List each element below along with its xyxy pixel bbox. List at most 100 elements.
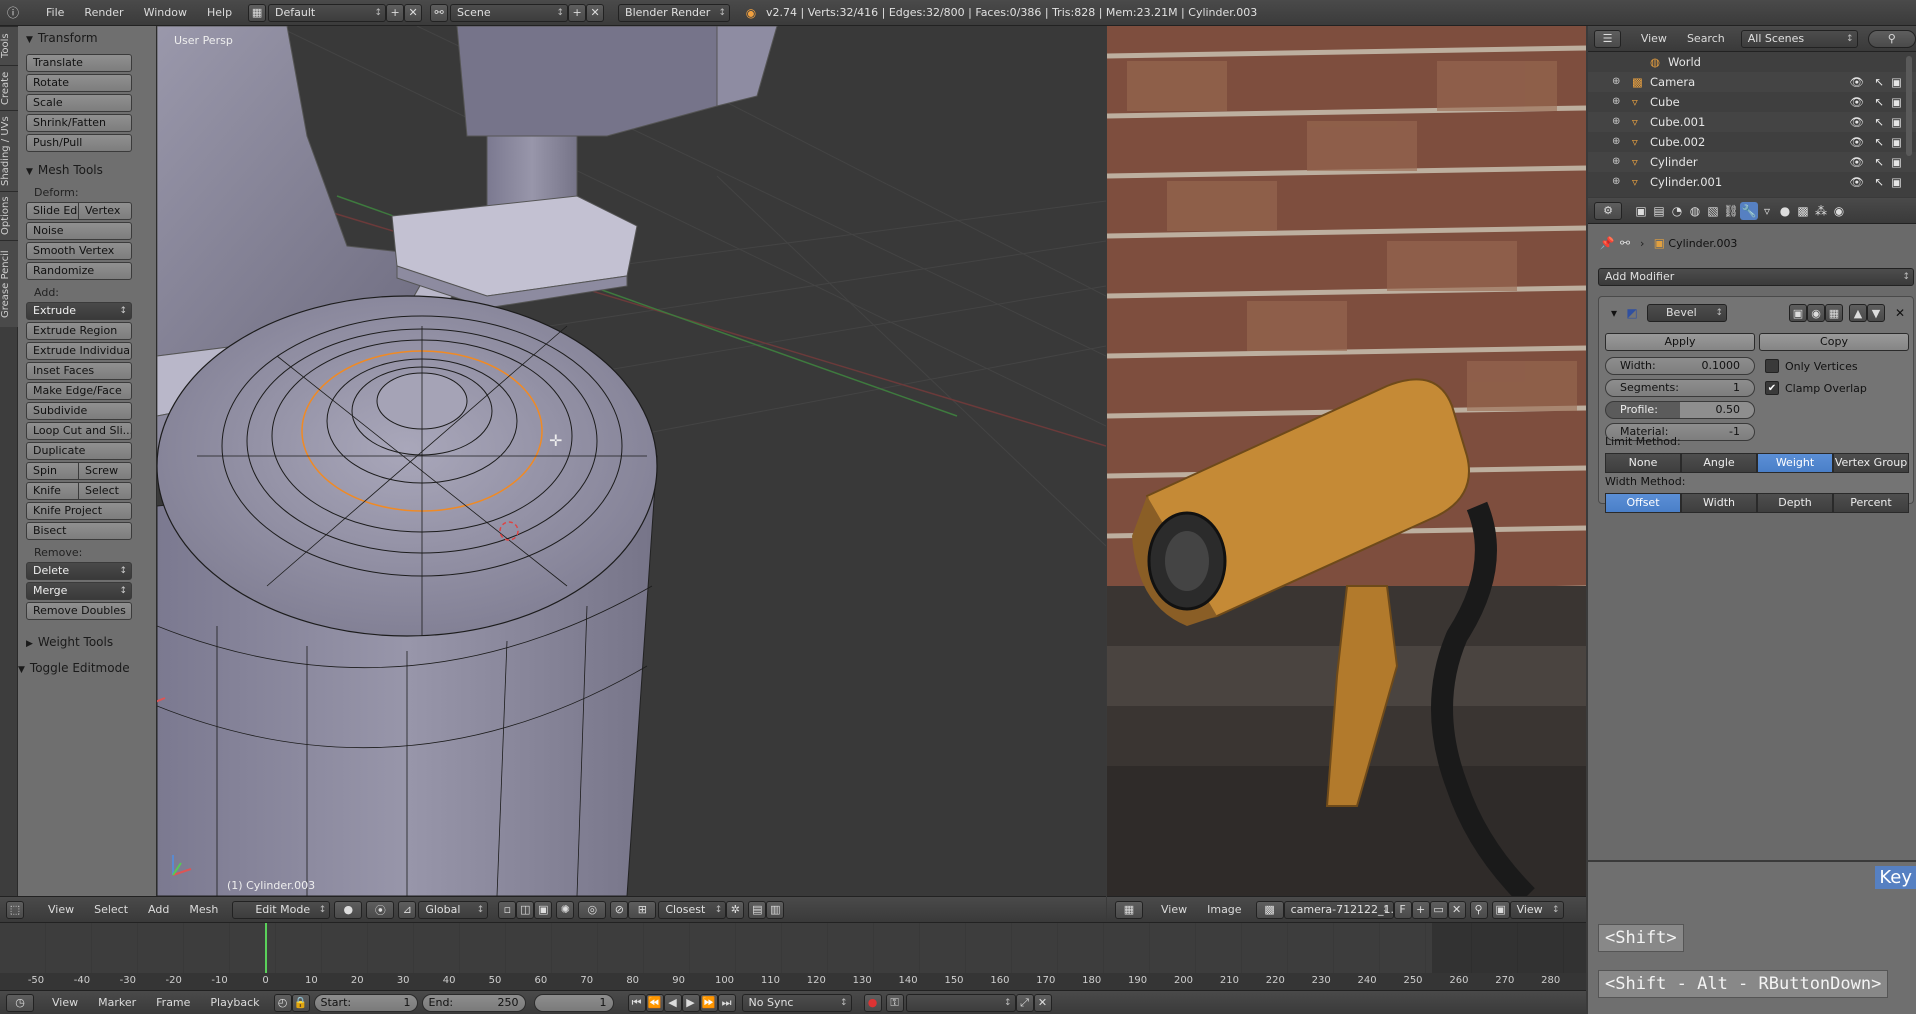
- visibility-eye-icon[interactable]: 👁: [1849, 152, 1864, 172]
- image-view-select[interactable]: View: [1509, 900, 1564, 919]
- slide-edge-button[interactable]: Slide Ed: [26, 202, 79, 220]
- screen-layout-icon[interactable]: ▦: [248, 3, 267, 22]
- extrude-region-button[interactable]: Extrude Region: [26, 322, 132, 340]
- visibility-eye-icon[interactable]: 👁: [1849, 72, 1864, 92]
- outliner-type-icon[interactable]: ☰: [1594, 29, 1622, 48]
- modifier-name-field[interactable]: Bevel: [1647, 304, 1727, 322]
- vertex-select-icon[interactable]: ▫: [498, 900, 517, 919]
- menu-image[interactable]: Image: [1197, 903, 1251, 916]
- object-tab-icon[interactable]: ▧: [1704, 202, 1722, 220]
- renderable-camera-icon[interactable]: ▣: [1891, 132, 1902, 152]
- remove-modifier-icon[interactable]: ✕: [1891, 304, 1909, 322]
- extrude-menu[interactable]: Extrude: [26, 302, 132, 320]
- duplicate-button[interactable]: Duplicate: [26, 442, 132, 460]
- width-method-offset[interactable]: Offset: [1605, 493, 1681, 513]
- transform-orientation-select[interactable]: Global: [418, 900, 489, 919]
- expand-toggle-icon[interactable]: ⊕: [1612, 172, 1620, 192]
- menu-help[interactable]: Help: [197, 6, 242, 19]
- outliner-item[interactable]: ⊕ ▿ Cylinder 👁 ↖ ▣: [1588, 152, 1916, 172]
- show-viewport-icon[interactable]: ◉: [1807, 304, 1825, 322]
- visibility-eye-icon[interactable]: 👁: [1849, 112, 1864, 132]
- tab-shading-uvs[interactable]: Shading / UVs: [0, 110, 18, 191]
- delete-menu[interactable]: Delete: [26, 562, 132, 580]
- timeline-type-icon[interactable]: ◷: [6, 993, 34, 1012]
- editor-type-icon[interactable]: ⬚: [6, 900, 24, 919]
- end-frame-field[interactable]: End: 250: [421, 993, 526, 1012]
- visibility-eye-icon[interactable]: 👁: [1849, 132, 1864, 152]
- menu-outliner-view[interactable]: View: [1631, 32, 1677, 45]
- rotate-button[interactable]: Rotate: [26, 74, 132, 92]
- keying-set-field[interactable]: [905, 993, 1016, 1012]
- selectable-arrow-icon[interactable]: ↖: [1874, 112, 1884, 132]
- jump-key-forward-icon[interactable]: ⏩: [699, 993, 718, 1012]
- menu-window[interactable]: Window: [134, 6, 197, 19]
- expand-toggle-icon[interactable]: ⊕: [1612, 112, 1620, 132]
- viewport-shading-icon[interactable]: ●: [334, 900, 363, 919]
- renderable-camera-icon[interactable]: ▣: [1891, 72, 1902, 92]
- clamp-overlap-checkbox[interactable]: ✔: [1765, 381, 1779, 395]
- snap-toggle-icon[interactable]: ⊘: [610, 900, 629, 919]
- toggle-editmode-panel-header[interactable]: ▼ Toggle Editmode: [18, 658, 156, 678]
- extrude-individual-button[interactable]: Extrude Individual: [26, 342, 132, 360]
- translate-button[interactable]: Translate: [26, 54, 132, 72]
- outliner-item[interactable]: ◍ World: [1588, 52, 1916, 72]
- fake-user-button[interactable]: F: [1393, 900, 1412, 919]
- add-scene-button[interactable]: +: [568, 3, 587, 22]
- subdivide-button[interactable]: Subdivide: [26, 402, 132, 420]
- pin-icon[interactable]: 📌: [1598, 234, 1616, 252]
- expand-toggle-icon[interactable]: ⊕: [1612, 152, 1620, 172]
- current-frame-field[interactable]: 1: [533, 993, 614, 1012]
- snap-element-icon[interactable]: ⊞: [628, 900, 657, 919]
- particles-tab-icon[interactable]: ⁂: [1812, 202, 1830, 220]
- preview-range-icon[interactable]: ◴: [273, 993, 292, 1012]
- info-editor-icon[interactable]: ⓘ: [4, 4, 22, 22]
- render-layers-tab-icon[interactable]: ▤: [1650, 202, 1668, 220]
- jump-key-back-icon[interactable]: ⏪: [645, 993, 664, 1012]
- menu-add[interactable]: Add: [138, 903, 179, 916]
- weight-tools-panel-header[interactable]: ▶ Weight Tools: [18, 632, 156, 652]
- remove-doubles-button[interactable]: Remove Doubles: [26, 602, 132, 620]
- outliner-item[interactable]: ⊕ ▿ Cube.001 👁 ↖ ▣: [1588, 112, 1916, 132]
- visibility-eye-icon[interactable]: 👁: [1849, 92, 1864, 112]
- slide-vertex-button[interactable]: Vertex: [79, 202, 132, 220]
- outliner-item[interactable]: ⊕ ▿ Cube.002 👁 ↖ ▣: [1588, 132, 1916, 152]
- world-tab-icon[interactable]: ◍: [1686, 202, 1704, 220]
- scene-field[interactable]: Scene: [450, 3, 569, 22]
- menu-image-view[interactable]: View: [1151, 903, 1197, 916]
- menu-playback[interactable]: Playback: [200, 996, 269, 1009]
- width-method-depth[interactable]: Depth: [1757, 493, 1833, 513]
- tab-options[interactable]: Options: [0, 191, 18, 240]
- constraints-tab-icon[interactable]: ⛓: [1722, 202, 1740, 220]
- menu-render[interactable]: Render: [74, 6, 133, 19]
- menu-timeline-view[interactable]: View: [42, 996, 88, 1009]
- copy-button[interactable]: Copy: [1759, 333, 1909, 351]
- expand-toggle-icon[interactable]: ⊕: [1612, 92, 1620, 112]
- add-modifier-select[interactable]: Add Modifier: [1598, 268, 1914, 286]
- outliner-search-icon[interactable]: ⚲: [1867, 29, 1916, 48]
- tab-grease-pencil[interactable]: Grease Pencil: [0, 240, 18, 327]
- selectable-arrow-icon[interactable]: ↖: [1874, 172, 1884, 192]
- selectable-arrow-icon[interactable]: ↖: [1874, 132, 1884, 152]
- outliner-item[interactable]: ⊕ ▩ Camera 👁 ↖ ▣: [1588, 72, 1916, 92]
- noise-button[interactable]: Noise: [26, 222, 132, 240]
- occlude-geometry-icon[interactable]: ✺: [556, 900, 575, 919]
- outliner-scrollbar[interactable]: [1906, 56, 1912, 156]
- inset-faces-button[interactable]: Inset Faces: [26, 362, 132, 380]
- menu-file[interactable]: File: [36, 6, 74, 19]
- edge-select-icon[interactable]: ◫: [516, 900, 535, 919]
- render-opengl-icon[interactable]: ▤: [748, 900, 767, 919]
- sync-mode-select[interactable]: No Sync: [741, 993, 852, 1012]
- knife-project-button[interactable]: Knife Project: [26, 502, 132, 520]
- expand-toggle-icon[interactable]: ⊕: [1612, 72, 1620, 92]
- outliner-item[interactable]: ⊕ ▿ Cube 👁 ↖ ▣: [1588, 92, 1916, 112]
- manipulator-icon[interactable]: ⊿: [398, 900, 417, 919]
- limit-method-weight[interactable]: Weight: [1757, 453, 1833, 473]
- outliner-item[interactable]: ⊕ ▿ Cylinder.001 👁 ↖ ▣: [1588, 172, 1916, 192]
- pivot-point-icon[interactable]: ⦿: [366, 900, 395, 919]
- render-tab-icon[interactable]: ▣: [1632, 202, 1650, 220]
- shrink-fatten-button[interactable]: Shrink/Fatten: [26, 114, 132, 132]
- data-tab-icon[interactable]: ▿: [1758, 202, 1776, 220]
- make-edge-face-button[interactable]: Make Edge/Face: [26, 382, 132, 400]
- display-mode-icon[interactable]: ▣: [1491, 900, 1510, 919]
- renderable-camera-icon[interactable]: ▣: [1891, 112, 1902, 132]
